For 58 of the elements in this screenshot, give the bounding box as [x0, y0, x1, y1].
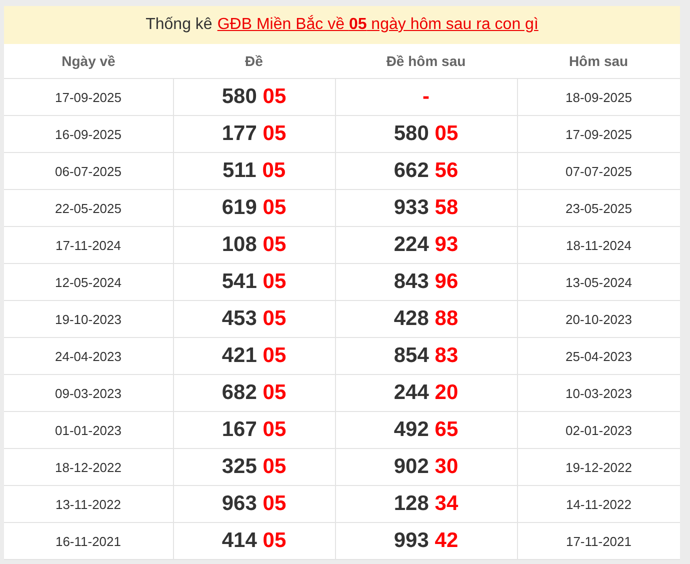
date-cell: 24-04-2023 — [4, 338, 173, 374]
number-cell: - — [335, 78, 517, 116]
date-cell: 16-11-2021 — [4, 522, 173, 560]
date-cell: 19-10-2023 — [4, 300, 173, 338]
date-cell: 13-05-2024 — [517, 264, 680, 300]
column-header: Hôm sau — [517, 44, 680, 78]
date-cell: 09-03-2023 — [4, 374, 173, 412]
date-cell: 01-01-2023 — [4, 412, 173, 448]
date-cell: 18-12-2022 — [4, 448, 173, 486]
number-cell: 177 05 — [173, 116, 335, 152]
number-cell: 541 05 — [173, 264, 335, 300]
date-cell: 17-09-2025 — [4, 78, 173, 116]
number-cell: 414 05 — [173, 522, 335, 560]
number-cell: 682 05 — [173, 374, 335, 412]
title-text: Thống kê — [146, 16, 212, 34]
number-cell: 902 30 — [335, 448, 517, 486]
number-cell: 325 05 — [173, 448, 335, 486]
number-cell: 580 05 — [173, 78, 335, 116]
number-cell: 993 42 — [335, 522, 517, 560]
date-cell: 23-05-2025 — [517, 190, 680, 226]
date-cell: 17-09-2025 — [517, 116, 680, 152]
number-cell: 108 05 — [173, 226, 335, 264]
number-cell: 662 56 — [335, 152, 517, 190]
number-cell: 244 20 — [335, 374, 517, 412]
number-cell: 167 05 — [173, 412, 335, 448]
column-header: Đề — [173, 44, 335, 78]
date-cell: 18-09-2025 — [517, 78, 680, 116]
title-link[interactable]: GĐB Miền Bắc về 05 ngày hôm sau ra con gì — [217, 16, 538, 34]
number-cell: 580 05 — [335, 116, 517, 152]
column-header: Đề hôm sau — [335, 44, 517, 78]
number-cell: 224 93 — [335, 226, 517, 264]
date-cell: 13-11-2022 — [4, 486, 173, 522]
number-cell: 428 88 — [335, 300, 517, 338]
column-header: Ngày về — [4, 44, 173, 78]
date-cell: 20-10-2023 — [517, 300, 680, 338]
date-cell: 06-07-2025 — [4, 152, 173, 190]
number-cell: 511 05 — [173, 152, 335, 190]
number-cell: 854 83 — [335, 338, 517, 374]
date-cell: 14-11-2022 — [517, 486, 680, 522]
number-cell: 619 05 — [173, 190, 335, 226]
number-cell: 492 65 — [335, 412, 517, 448]
date-cell: 22-05-2025 — [4, 190, 173, 226]
date-cell: 17-11-2024 — [4, 226, 173, 264]
date-cell: 25-04-2023 — [517, 338, 680, 374]
date-cell: 10-03-2023 — [517, 374, 680, 412]
number-cell: 453 05 — [173, 300, 335, 338]
date-cell: 02-01-2023 — [517, 412, 680, 448]
number-cell: 963 05 — [173, 486, 335, 522]
number-cell: 933 58 — [335, 190, 517, 226]
date-cell: 18-11-2024 — [517, 226, 680, 264]
date-cell: 19-12-2022 — [517, 448, 680, 486]
date-cell: 16-09-2025 — [4, 116, 173, 152]
number-cell: 128 34 — [335, 486, 517, 522]
date-cell: 17-11-2021 — [517, 522, 680, 560]
number-cell: 843 96 — [335, 264, 517, 300]
date-cell: 07-07-2025 — [517, 152, 680, 190]
number-cell: 421 05 — [173, 338, 335, 374]
date-cell: 12-05-2024 — [4, 264, 173, 300]
